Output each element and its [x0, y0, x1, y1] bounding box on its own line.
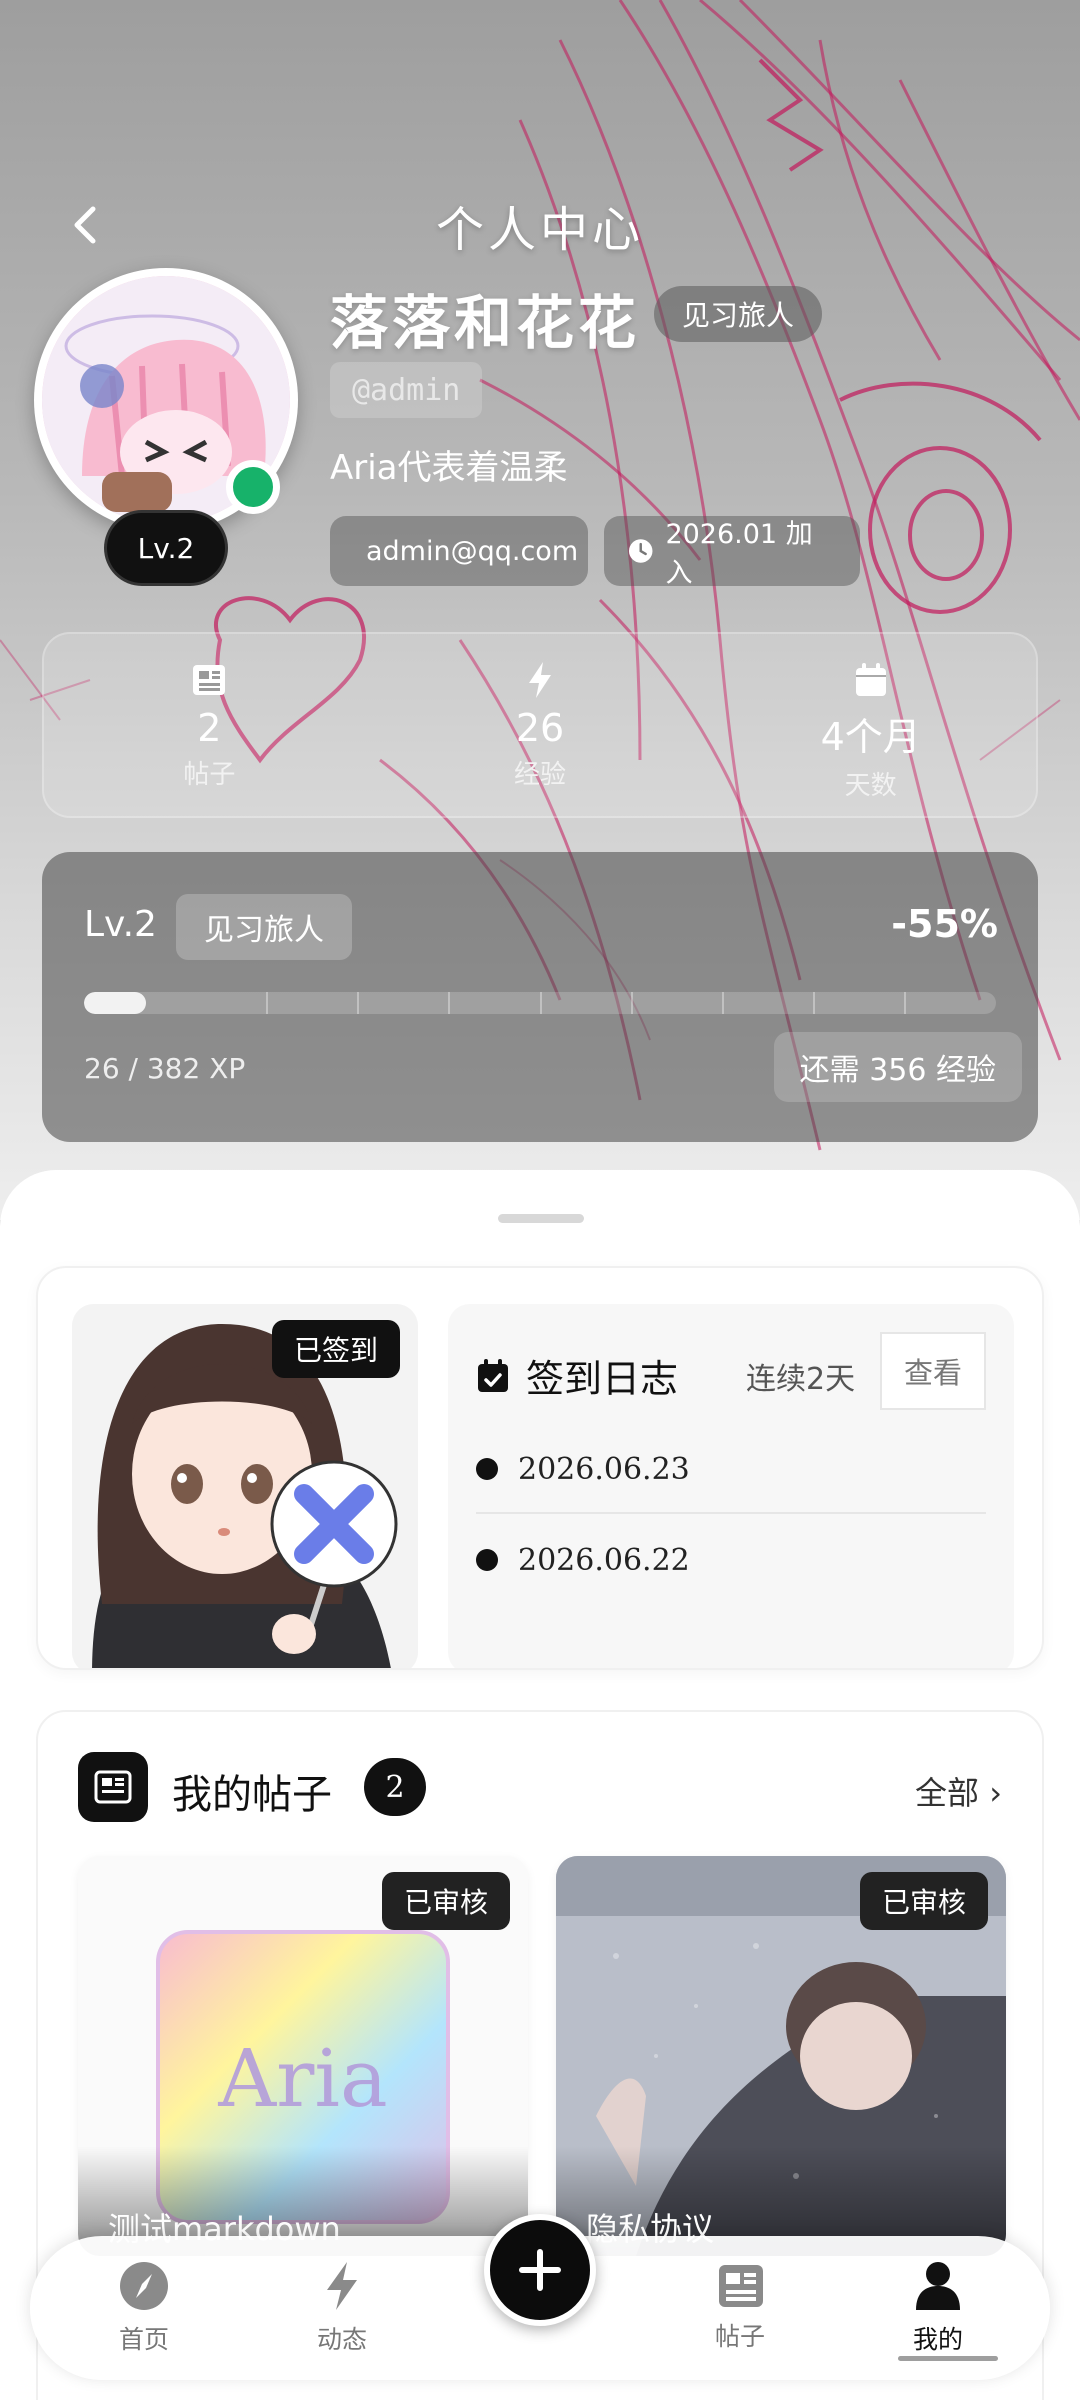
stat-value: 4个月: [820, 715, 921, 759]
level-percent: -55%: [891, 902, 998, 946]
avatar-level-badge: Lv.2: [104, 510, 228, 586]
xp-progress-bar: [84, 992, 996, 1014]
username: 落落和花花: [330, 289, 641, 357]
posts-count-badge: 2: [364, 1758, 426, 1816]
level-rank-chip: 见习旅人: [176, 894, 352, 960]
newspaper-icon: [94, 1770, 132, 1804]
stats-card: 2 帖子 26 经验 4个月 天数: [42, 632, 1038, 818]
xp-tick: [357, 992, 359, 1014]
xp-tick: [813, 992, 815, 1014]
lightning-icon: [529, 662, 551, 698]
checkin-streak: 连续2天: [746, 1362, 856, 1397]
nav-item-posts[interactable]: 帖子: [660, 2236, 820, 2380]
xp-tick: [540, 992, 542, 1014]
nav-item-home[interactable]: 首页: [64, 2236, 224, 2380]
posts-section-icon: [78, 1752, 148, 1822]
xp-tick: [266, 992, 268, 1014]
xp-progress-fill: [84, 992, 147, 1014]
post-status-badge: 已审核: [381, 1872, 510, 1930]
stat-value: 2: [197, 706, 222, 750]
signed-in-badge: 已签到: [271, 1320, 400, 1378]
clock-icon: [628, 539, 653, 563]
view-all-posts-link[interactable]: 全部 ›: [915, 1768, 1002, 1814]
nav-label: 我的: [912, 2325, 963, 2354]
checkin-entry: 2026.06.23: [476, 1426, 986, 1514]
xp-tick: [448, 992, 450, 1014]
stat-label: 帖子: [183, 760, 236, 790]
post-card[interactable]: 已审核 隐私协议: [556, 1856, 1006, 2256]
checkin-date: 2026.06.22: [518, 1542, 690, 1578]
xp-tick: [631, 992, 633, 1014]
page-title: 个人中心: [435, 202, 644, 258]
newspaper-icon: [719, 2265, 763, 2307]
nav-label: 动态: [316, 2325, 367, 2354]
email-text: admin@qq.com: [366, 535, 579, 567]
checkin-log-header: 签到日志: [476, 1348, 678, 1403]
create-post-button[interactable]: [484, 2214, 596, 2326]
view-checkin-button[interactable]: 查看: [880, 1332, 986, 1410]
level-card: Lv.2 见习旅人 -55% 26 / 382 XP 还需 356 经验: [42, 852, 1038, 1142]
checkin-log-panel: 签到日志 连续2天 查看 2026.06.23 2026.06.22: [448, 1304, 1014, 1668]
nav-label: 首页: [118, 2325, 169, 2354]
calendar-icon: [855, 663, 886, 696]
lightning-icon: [327, 2262, 357, 2310]
user-bio: Aria代表着温柔: [330, 448, 568, 488]
nav-item-feed[interactable]: 动态: [262, 2236, 422, 2380]
calendar-check-icon: [478, 1358, 508, 1392]
posts-section-title: 我的帖子: [172, 1772, 332, 1818]
plus-icon: [519, 2249, 561, 2291]
newspaper-icon: [193, 665, 226, 695]
user-title-badge: 见习旅人: [654, 286, 823, 342]
checkin-illustration[interactable]: 已签到: [72, 1304, 418, 1668]
sheet-grabber[interactable]: [498, 1214, 584, 1223]
checkin-date: 2026.06.23: [518, 1451, 690, 1487]
stat-posts[interactable]: 2 帖子: [44, 634, 375, 816]
xp-needed-chip: 还需 356 经验: [773, 1032, 1022, 1102]
stat-days[interactable]: 4个月 天数: [705, 634, 1036, 816]
checkin-entry: 2026.06.22: [476, 1516, 986, 1604]
checkin-card: 已签到 签到日志 连续2天 查看 2026.06.23 2026.06.22: [36, 1266, 1044, 1670]
checkin-log-title: 签到日志: [526, 1357, 679, 1401]
stat-experience[interactable]: 26 经验: [375, 634, 706, 816]
post-card[interactable]: Aria 已审核 测试markdown: [78, 1856, 528, 2256]
compass-icon: [120, 2262, 168, 2310]
stat-label: 经验: [514, 760, 567, 790]
online-status-dot: [226, 460, 280, 514]
stat-label: 天数: [844, 771, 897, 801]
post-status-badge: 已审核: [859, 1872, 988, 1930]
nav-label: 帖子: [714, 2322, 765, 2351]
xp-tick: [722, 992, 724, 1014]
xp-text: 26 / 382 XP: [84, 1052, 246, 1085]
email-chip: admin@qq.com: [330, 516, 588, 586]
nav-active-indicator: [898, 2356, 998, 2361]
bullet-icon: [476, 1549, 498, 1571]
bullet-icon: [476, 1458, 498, 1480]
joined-text: 2026.01 加入: [665, 519, 813, 589]
joined-chip: 2026.01 加入: [604, 516, 860, 589]
level-label: Lv.2: [84, 904, 157, 945]
xp-tick: [904, 992, 906, 1014]
stat-value: 26: [515, 706, 565, 750]
user-icon: [916, 2262, 960, 2310]
user-handle: @admin: [330, 362, 483, 418]
svg-text:Aria: Aria: [217, 2032, 387, 2125]
